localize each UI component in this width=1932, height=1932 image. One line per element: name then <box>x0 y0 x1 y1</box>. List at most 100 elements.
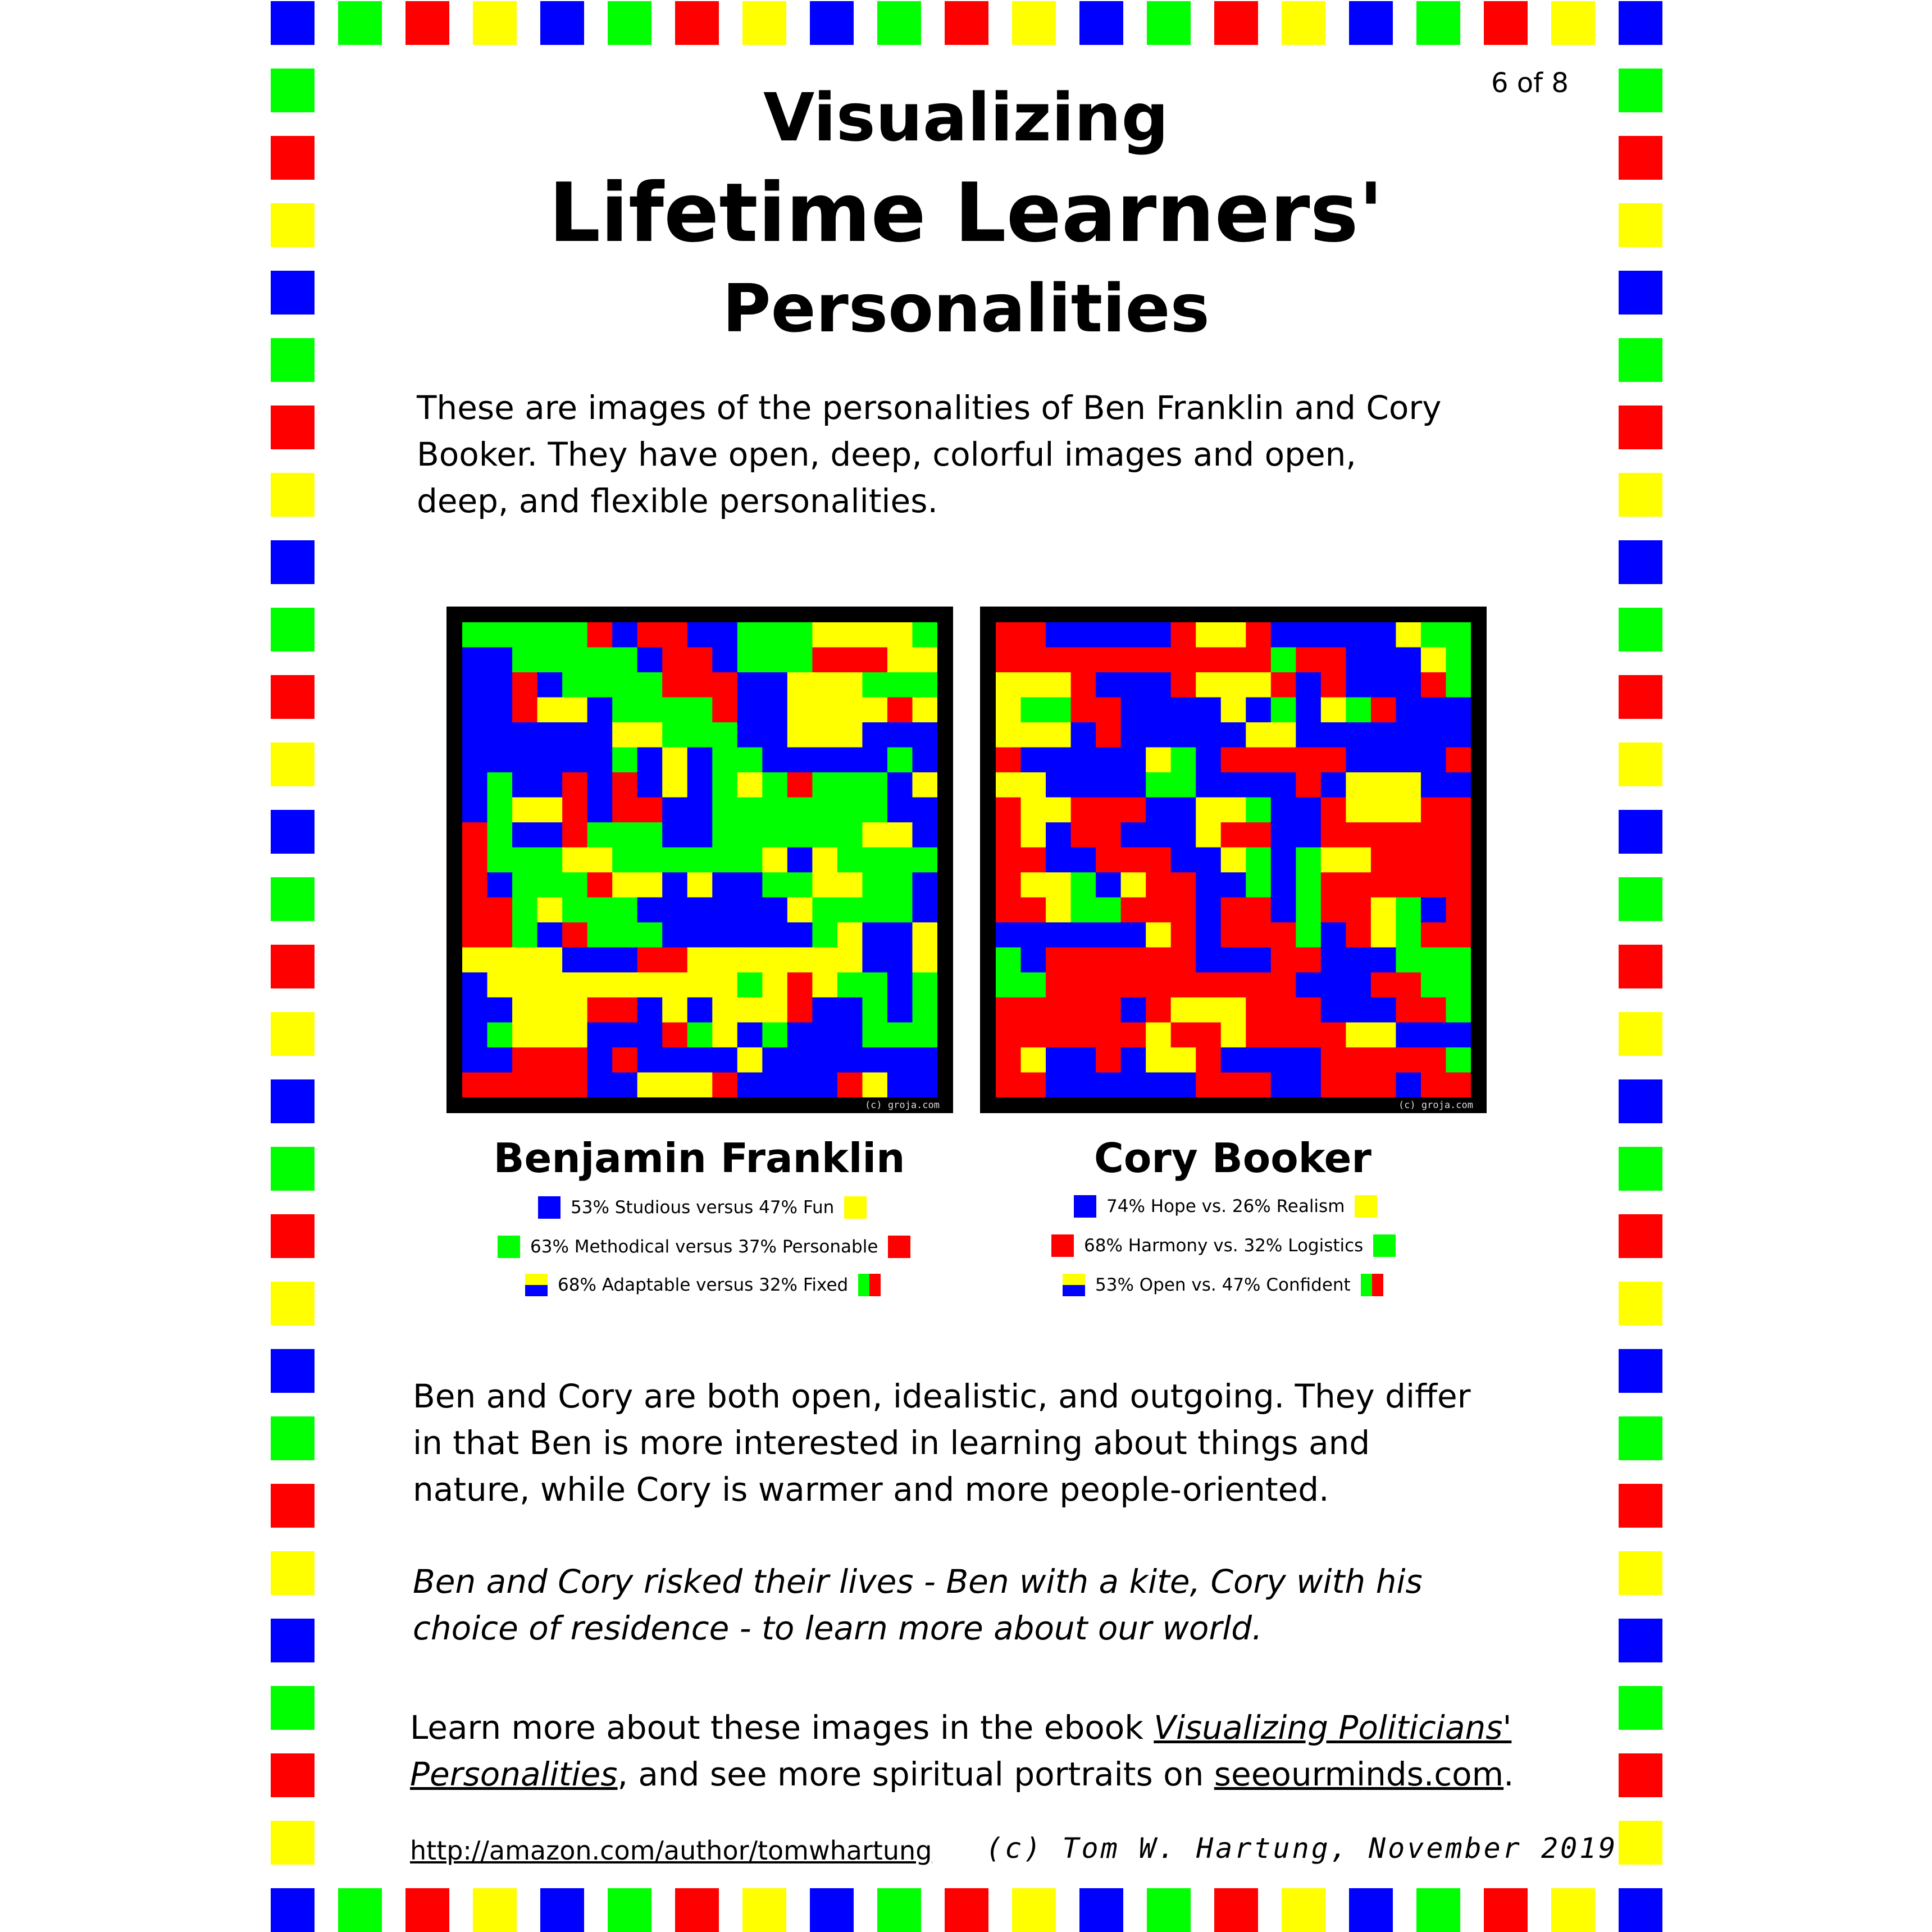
mosaic-cell <box>787 847 813 873</box>
mosaic-cell <box>1096 1047 1122 1073</box>
border-square <box>1214 1 1258 45</box>
mosaic-cell <box>687 972 713 998</box>
mosaic-cell <box>812 772 838 798</box>
mosaic-cell <box>662 847 688 873</box>
mosaic-cell <box>512 947 538 973</box>
border-square <box>608 1 651 45</box>
mosaic-cell <box>862 1072 888 1097</box>
mosaic-cell <box>1146 772 1172 798</box>
mosaic-cell <box>1446 697 1471 723</box>
mosaic-cell <box>1070 697 1096 723</box>
mosaic-cell <box>1320 772 1346 798</box>
mosaic-cell <box>762 972 788 998</box>
mosaic-cell <box>837 997 863 1023</box>
mosaic-cell <box>712 972 738 998</box>
mosaic-cell <box>912 722 937 748</box>
border-square <box>1619 473 1662 517</box>
mosaic-cell <box>737 672 763 698</box>
mosaic-cell <box>562 622 588 648</box>
border-square <box>338 1 382 45</box>
mosaic-cell <box>762 622 788 648</box>
mosaic-cell <box>862 822 888 848</box>
border-square <box>810 1 854 45</box>
mosaic-cell <box>1170 697 1196 723</box>
mosaic-cell <box>1046 1022 1072 1048</box>
mosaic-cell <box>787 697 813 723</box>
mosaic-cell <box>912 972 937 998</box>
mosaic-cell <box>787 772 813 798</box>
mosaic-cell <box>1420 872 1447 898</box>
mosaic-cell <box>1396 847 1421 873</box>
mosaic-cell <box>762 672 788 698</box>
mosaic-cell <box>562 697 588 723</box>
mosaic-cell <box>662 972 688 998</box>
mosaic-cell <box>1396 647 1421 673</box>
mosaic-cell <box>1320 647 1346 673</box>
mosaic-cell <box>762 1022 788 1048</box>
mosaic-cell <box>462 1047 488 1073</box>
mosaic-cell <box>1446 872 1471 898</box>
mosaic-cell <box>687 847 713 873</box>
mosaic-cell <box>637 622 663 648</box>
mosaic-cell <box>612 972 638 998</box>
mosaic-cell <box>1296 722 1322 748</box>
mosaic-cell <box>1446 722 1471 748</box>
mosaic-cell <box>1146 797 1172 823</box>
mosaic-cell <box>1120 922 1146 948</box>
mosaic-cell <box>637 772 663 798</box>
mosaic-cell <box>787 722 813 748</box>
mosaic-cell <box>1396 772 1421 798</box>
mosaic-cell <box>1320 997 1346 1023</box>
mosaic-cell <box>1296 647 1322 673</box>
mosaic-cell <box>612 997 638 1023</box>
mosaic-cell <box>662 747 688 773</box>
mosaic-cell <box>587 897 613 923</box>
mosaic-cell <box>1070 1047 1096 1073</box>
mosaic-cell <box>1120 747 1146 773</box>
mosaic-cell <box>1146 647 1172 673</box>
mosaic-cell <box>1096 722 1122 748</box>
mosaic-cell <box>1296 847 1322 873</box>
border-square <box>1147 1 1191 45</box>
mosaic-cell <box>837 922 863 948</box>
mosaic-cell <box>487 847 513 873</box>
border-square <box>1619 1079 1662 1123</box>
mosaic-cell <box>1046 1047 1072 1073</box>
mosaic-cell <box>1420 972 1447 998</box>
mosaic-cell <box>637 1072 663 1097</box>
mosaic-cell <box>1020 647 1046 673</box>
mosaic-cell <box>1370 997 1397 1023</box>
mosaic-cell <box>1296 1047 1322 1073</box>
mosaic-cell <box>1346 897 1371 923</box>
mosaic-cell <box>537 1072 563 1097</box>
mosaic-cell <box>1296 897 1322 923</box>
mosaic-cell <box>812 797 838 823</box>
author-url-link[interactable]: http://amazon.com/author/tomwhartung <box>410 1835 932 1866</box>
mosaic-cell <box>1220 822 1246 848</box>
border-square <box>1619 1282 1662 1325</box>
mosaic-cell <box>1046 1072 1072 1097</box>
ebook-title-link[interactable]: Visualizing Politicians' <box>1154 1708 1511 1747</box>
mosaic-cell <box>587 847 613 873</box>
mosaic-cell <box>1070 622 1096 648</box>
mosaic-cell <box>512 672 538 698</box>
mosaic-cell <box>687 697 713 723</box>
mosaic-cell <box>537 947 563 973</box>
mosaic-cell <box>837 622 863 648</box>
mosaic-cell <box>1420 1047 1447 1073</box>
website-link[interactable]: seeourminds.com <box>1214 1755 1503 1793</box>
mosaic-cell <box>537 1047 563 1073</box>
mosaic-cell <box>487 1072 513 1097</box>
mosaic-cell <box>1446 772 1471 798</box>
border-square <box>271 608 315 651</box>
mosaic-cell <box>1146 672 1172 698</box>
yellow-blue-swatch <box>525 1274 548 1296</box>
mosaic-cell <box>1246 722 1272 748</box>
mosaic-cell <box>1420 847 1447 873</box>
mosaic-cell <box>1020 822 1046 848</box>
ebook-title-link[interactable]: Personalities <box>410 1755 618 1793</box>
mosaic-cell <box>912 997 937 1023</box>
mosaic-cell <box>537 647 563 673</box>
mosaic-cell <box>812 997 838 1023</box>
mosaic-cell <box>1096 922 1122 948</box>
